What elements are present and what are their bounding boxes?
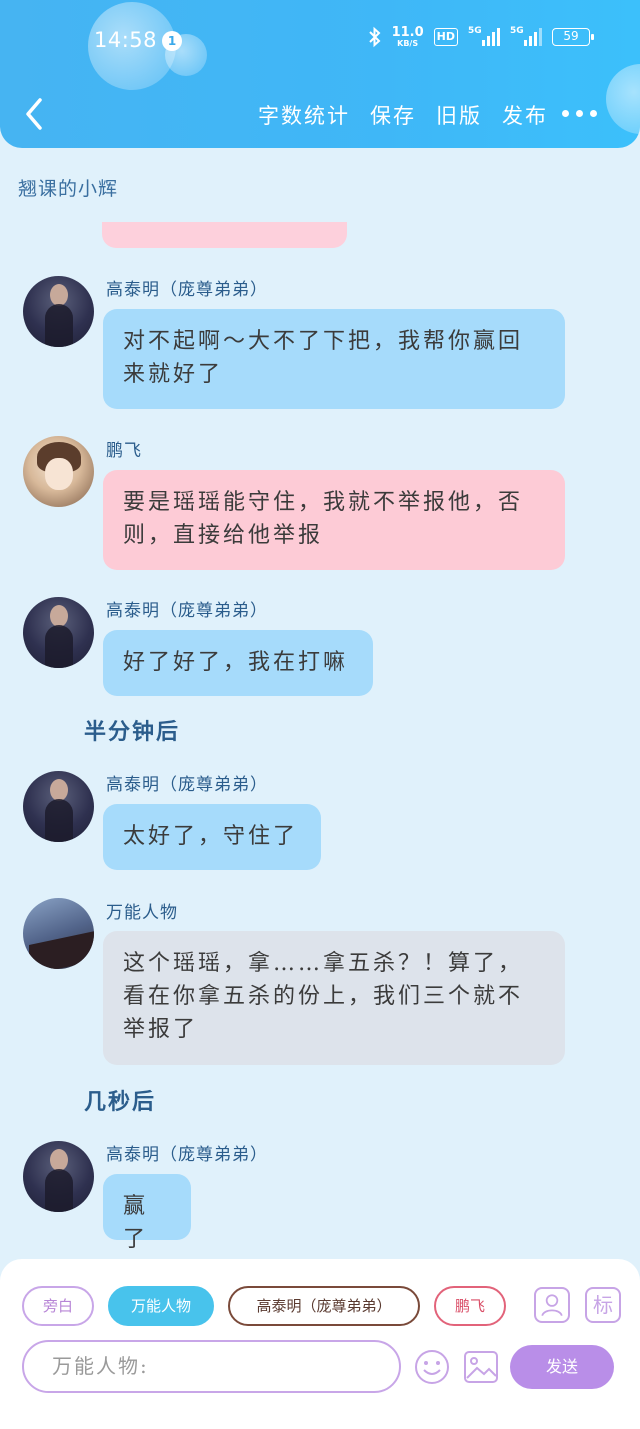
speaker-name: 高泰明（庞尊弟弟） [106, 775, 268, 795]
chat-title: 翘课的小辉 [18, 178, 119, 200]
message-bubble[interactable]: 好了好了，我在打嘛 [103, 630, 373, 696]
speaker-name: 鹏飞 [106, 441, 142, 461]
notification-badge: 1 [162, 31, 182, 51]
narration-text: 几秒后 [84, 1089, 157, 1115]
partial-message-bubble [102, 222, 347, 248]
speaker-name: 万能人物 [106, 903, 178, 923]
role-chip-gao-taiming[interactable]: 高泰明（庞尊弟弟） [228, 1286, 420, 1326]
decorative-bubble [606, 64, 640, 134]
speaker-name: 高泰明（庞尊弟弟） [106, 601, 268, 621]
narration-text: 半分钟后 [84, 719, 181, 745]
avatar[interactable] [23, 436, 94, 507]
top-header: 14:58 1 11.0 KB/S HD 5G 5G 59 字数统计 保存 旧版… [0, 0, 640, 148]
person-card-icon[interactable] [534, 1287, 570, 1323]
chevron-left-icon[interactable] [20, 96, 50, 132]
avatar[interactable] [23, 597, 94, 668]
signal-5g-icon: 5G [468, 26, 500, 46]
emoji-icon[interactable] [413, 1348, 451, 1386]
send-button[interactable]: 发送 [510, 1345, 614, 1389]
signal-label: 5G [468, 26, 482, 36]
image-icon[interactable] [462, 1348, 500, 1386]
speaker-name: 高泰明（庞尊弟弟） [106, 1145, 268, 1165]
word-count-button[interactable]: 字数统计 [258, 100, 350, 130]
old-version-button[interactable]: 旧版 [436, 100, 482, 130]
signal-label: 5G [510, 26, 524, 36]
status-time: 14:58 [94, 28, 158, 52]
more-dots-icon[interactable] [562, 110, 597, 117]
publish-button[interactable]: 发布 [502, 100, 548, 130]
message-bubble[interactable]: 太好了，守住了 [103, 804, 321, 870]
signal-5g-icon: 5G [510, 26, 542, 46]
avatar[interactable] [23, 771, 94, 842]
role-chip-pengfei[interactable]: 鹏飞 [434, 1286, 506, 1326]
speaker-name: 高泰明（庞尊弟弟） [106, 280, 268, 300]
net-speed-unit: KB/S [397, 39, 419, 48]
role-chip-universal-character[interactable]: 万能人物 [108, 1286, 214, 1326]
mark-button[interactable]: 标 [585, 1287, 621, 1323]
battery-icon: 59 [552, 28, 594, 46]
avatar[interactable] [23, 276, 94, 347]
save-button[interactable]: 保存 [370, 100, 416, 130]
message-bubble[interactable]: 对不起啊～大不了下把，我帮你赢回来就好了 [103, 309, 565, 409]
avatar[interactable] [23, 1141, 94, 1212]
message-bubble[interactable]: 这个瑶瑶，拿……拿五杀？！算了，看在你拿五杀的份上，我们三个就不举报了 [103, 931, 565, 1065]
message-bubble[interactable]: 要是瑶瑶能守住，我就不举报他，否则，直接给他举报 [103, 470, 565, 570]
role-chip-narrator[interactable]: 旁白 [22, 1286, 94, 1326]
hd-badge: HD [433, 28, 458, 46]
net-speed-value: 11.0 [391, 25, 424, 40]
toolbar: 字数统计 保存 旧版 发布 [258, 100, 548, 130]
message-input[interactable]: 万能人物: [22, 1340, 401, 1393]
network-speed: 11.0 KB/S [392, 26, 424, 48]
status-icons: 11.0 KB/S HD 5G 5G 59 [368, 26, 594, 48]
avatar[interactable] [23, 898, 94, 969]
message-bubble[interactable]: 赢了 [103, 1174, 191, 1252]
bluetooth-icon [368, 26, 381, 48]
